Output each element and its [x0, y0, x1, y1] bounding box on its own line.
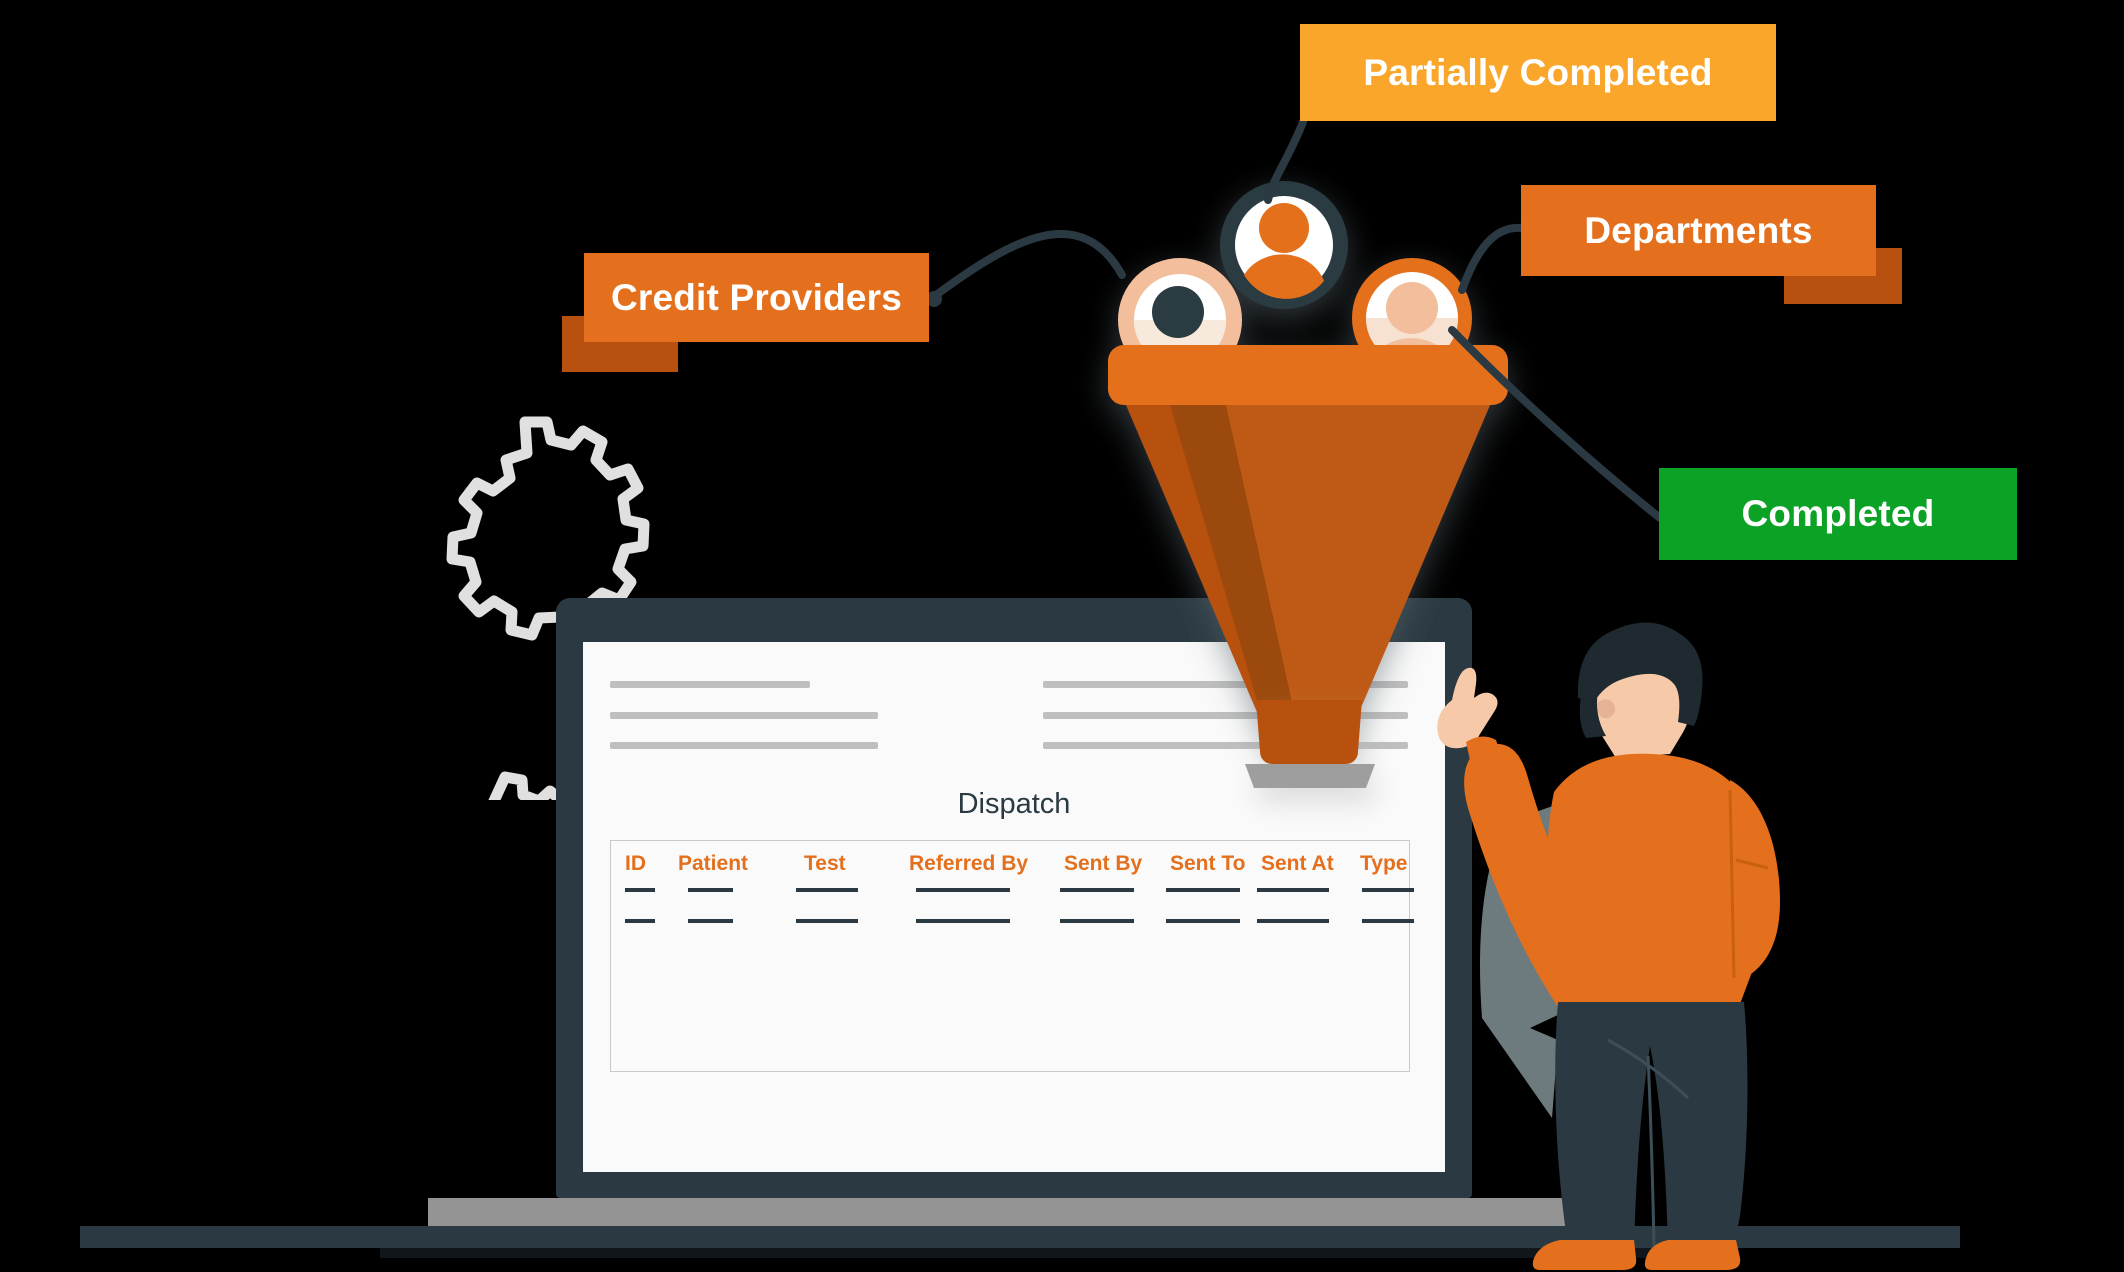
badge-credit-providers[interactable]: Credit Providers — [584, 253, 929, 342]
badge-label: Credit Providers — [610, 276, 903, 318]
badge-partially-completed[interactable]: Partially Completed — [1300, 24, 1776, 121]
badge-completed[interactable]: Completed — [1659, 468, 2017, 560]
badge-label: Departments — [1584, 209, 1813, 251]
illustration-canvas: Dispatch ID Patient Test Referred By Sent By… — [0, 0, 2124, 1272]
badge-departments[interactable]: Departments — [1521, 185, 1876, 276]
badge-label: Completed — [1741, 493, 1935, 534]
badge-label: Partially Completed — [1363, 51, 1713, 93]
